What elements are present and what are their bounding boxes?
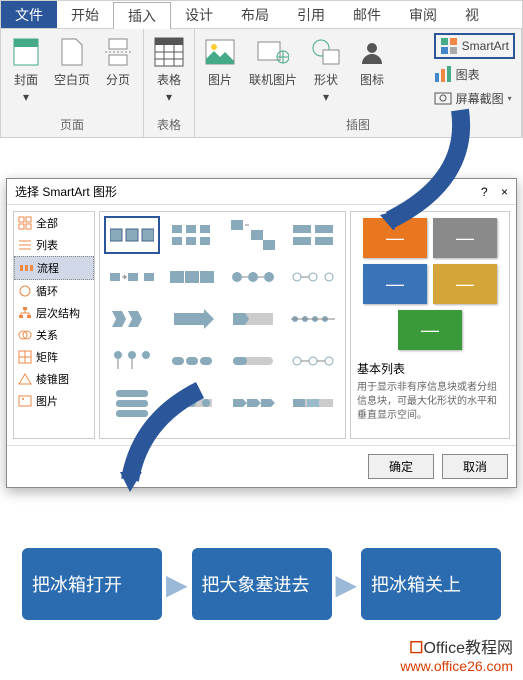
process-icon	[19, 261, 33, 275]
category-process[interactable]: 流程	[14, 256, 94, 280]
preview-description: 用于显示非有序信息块或者分组信息块，可最大化形状的水平和垂直显示空间。	[357, 381, 503, 423]
cover-page-button[interactable]: 封面▾	[5, 35, 47, 104]
category-picture[interactable]: 图片	[14, 390, 94, 412]
group-label-pages: 页面	[1, 114, 143, 137]
gallery-item[interactable]	[285, 384, 341, 422]
picture-icon	[205, 39, 235, 65]
tab-layout[interactable]: 布局	[227, 1, 283, 28]
tab-view[interactable]: 视	[451, 1, 493, 28]
dialog-title: 选择 SmartArt 图形	[15, 183, 117, 200]
process-step: 把大象塞进去	[192, 548, 332, 620]
cycle-icon	[18, 284, 32, 298]
category-hierarchy[interactable]: 层次结构	[14, 302, 94, 324]
gallery-item[interactable]	[104, 342, 160, 380]
all-icon	[18, 216, 32, 230]
tab-insert[interactable]: 插入	[113, 2, 171, 29]
shapes-button[interactable]: 形状▾	[305, 35, 347, 104]
blank-page-icon	[60, 37, 84, 67]
matrix-icon	[18, 350, 32, 364]
list-icon	[18, 238, 32, 252]
chart-button[interactable]: 图表	[434, 65, 515, 83]
hierarchy-icon	[18, 306, 32, 320]
ok-button[interactable]: 确定	[368, 454, 434, 479]
tab-review[interactable]: 审阅	[395, 1, 451, 28]
shapes-icon	[311, 38, 341, 66]
gallery-item[interactable]	[285, 342, 341, 380]
category-pyramid[interactable]: 棱锥图	[14, 368, 94, 390]
smartart-label: SmartArt	[462, 39, 509, 53]
gallery-item[interactable]	[285, 258, 341, 296]
table-button[interactable]: 表格▾	[148, 35, 190, 104]
ribbon-tabs: 文件 开始 插入 设计 布局 引用 邮件 审阅 视	[1, 1, 522, 29]
picture-button[interactable]: 图片	[199, 35, 241, 88]
dialog-close-button[interactable]: ×	[501, 185, 508, 199]
group-label-tables: 表格	[144, 114, 194, 137]
cancel-button[interactable]: 取消	[442, 454, 508, 479]
icons-button[interactable]: 图标	[351, 35, 393, 88]
tab-references[interactable]: 引用	[283, 1, 339, 28]
tab-file[interactable]: 文件	[1, 1, 57, 28]
category-cycle[interactable]: 循环	[14, 280, 94, 302]
result-smartart: 把冰箱打开 ▶ 把大象塞进去 ▶ 把冰箱关上	[0, 538, 523, 630]
category-relationship[interactable]: 关系	[14, 324, 94, 346]
tab-mail[interactable]: 邮件	[339, 1, 395, 28]
category-matrix[interactable]: 矩阵	[14, 346, 94, 368]
icons-icon	[358, 38, 386, 66]
process-step: 把冰箱关上	[361, 548, 501, 620]
gallery-item[interactable]	[104, 300, 160, 338]
gallery-item[interactable]	[164, 300, 220, 338]
annotation-arrow-2	[100, 380, 220, 500]
smartart-icon	[440, 37, 458, 55]
gallery-item[interactable]	[104, 258, 160, 296]
gallery-item[interactable]	[285, 216, 341, 254]
page-break-button[interactable]: 分页	[97, 35, 139, 88]
gallery-item[interactable]	[104, 216, 160, 254]
page-break-icon	[105, 37, 131, 67]
tab-design[interactable]: 设计	[171, 1, 227, 28]
preview-tile: —	[398, 310, 462, 350]
picture-cat-icon	[18, 394, 32, 408]
gallery-item[interactable]	[225, 216, 281, 254]
preview-panel: — — — — — 基本列表 用于显示非有序信息块或者分组信息块，可最大化形状的…	[350, 211, 510, 439]
gallery-item[interactable]	[225, 258, 281, 296]
process-step: 把冰箱打开	[22, 548, 162, 620]
cover-page-icon	[12, 37, 40, 67]
relationship-icon	[18, 328, 32, 342]
gallery-item[interactable]	[225, 384, 281, 422]
table-icon	[154, 37, 184, 67]
chart-label: 图表	[456, 66, 480, 83]
process-arrow-icon: ▶	[336, 568, 358, 601]
group-tables: 表格▾ 表格	[144, 29, 195, 137]
category-all[interactable]: 全部	[14, 212, 94, 234]
online-picture-button[interactable]: 联机图片	[245, 35, 301, 88]
smartart-button[interactable]: SmartArt	[434, 33, 515, 59]
gallery-item[interactable]	[164, 258, 220, 296]
pyramid-icon	[18, 372, 32, 386]
blank-page-button[interactable]: 空白页	[51, 35, 93, 88]
gallery-item[interactable]	[225, 300, 281, 338]
online-picture-icon	[257, 39, 289, 65]
category-list[interactable]: 列表	[14, 234, 94, 256]
tab-home[interactable]: 开始	[57, 1, 113, 28]
gallery-item[interactable]	[225, 342, 281, 380]
preview-name: 基本列表	[357, 360, 503, 377]
watermark: ☐Office教程网 www.office26.com	[0, 630, 523, 680]
preview-tile: —	[363, 264, 427, 304]
gallery-item[interactable]	[164, 342, 220, 380]
group-pages: 封面▾ 空白页 分页 页面	[1, 29, 144, 137]
gallery-item[interactable]	[164, 216, 220, 254]
gallery-item[interactable]	[285, 300, 341, 338]
process-arrow-icon: ▶	[166, 568, 188, 601]
preview-tile: —	[433, 264, 497, 304]
annotation-arrow-1	[380, 100, 500, 230]
chart-icon	[434, 65, 452, 83]
category-list: 全部 列表 流程 循环 层次结构 关系 矩阵 棱锥图 图片	[13, 211, 95, 439]
